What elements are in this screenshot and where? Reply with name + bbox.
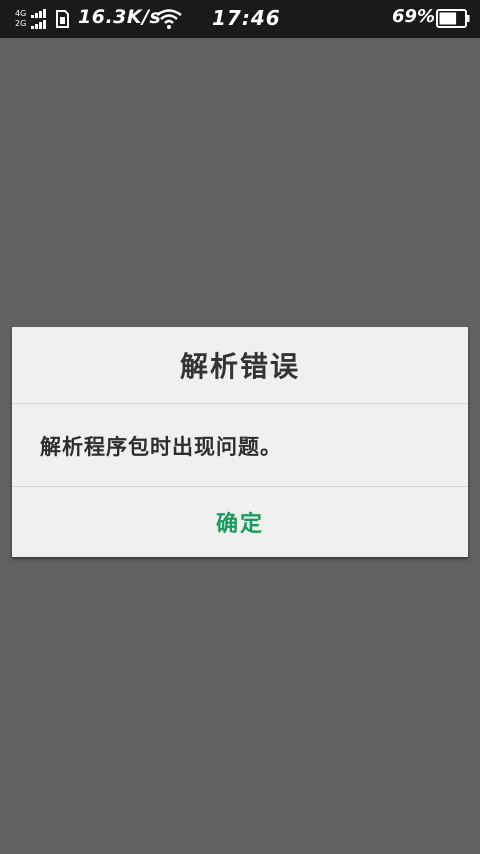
status-bar: 4G 2G 16.3K/s 17:46 69% — [0, 0, 480, 38]
dialog-title: 解析错误 — [179, 350, 300, 383]
network-type-secondary: 2G — [15, 19, 27, 28]
title-divider — [12, 403, 468, 404]
clock: 17:46 — [212, 6, 281, 30]
battery-icon — [436, 9, 470, 28]
signal-icon — [31, 9, 47, 29]
wifi-icon — [156, 9, 182, 29]
network-type-primary: 4G — [15, 9, 27, 18]
sim-icon — [56, 10, 69, 28]
dialog-message: 解析程序包时出现问题。 — [40, 435, 282, 459]
battery-percentage: 69% — [392, 6, 436, 27]
network-type-labels: 4G 2G — [15, 9, 26, 29]
confirm-button[interactable]: 确定 — [12, 487, 468, 557]
error-dialog: 解析错误 解析程序包时出现问题。 确定 — [12, 327, 468, 557]
network-speed: 16.3K/s — [78, 6, 162, 28]
